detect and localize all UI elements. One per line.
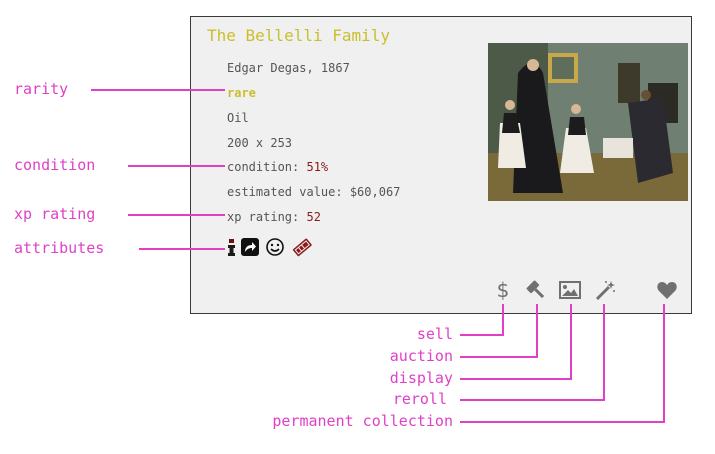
callout-rarity-line bbox=[91, 89, 225, 91]
condition-value: 51% bbox=[306, 160, 329, 174]
callout-display-vline bbox=[570, 304, 572, 380]
ticket-icon[interactable] bbox=[291, 237, 312, 257]
callout-condition-line bbox=[128, 165, 225, 167]
rarity-value: rare bbox=[227, 86, 256, 100]
xp-rating-line: xp rating: 52 bbox=[227, 210, 321, 224]
callout-permanent-collection-vline bbox=[663, 304, 665, 423]
callout-reroll-hline bbox=[460, 399, 605, 401]
medium-value: Oil bbox=[227, 111, 249, 125]
gavel-icon[interactable] bbox=[525, 279, 547, 301]
artwork-title: The Bellelli Family bbox=[207, 26, 391, 45]
svg-text:$: $ bbox=[497, 279, 510, 301]
share-arrow-icon[interactable] bbox=[240, 237, 260, 257]
condition-label: condition: bbox=[227, 160, 307, 174]
callout-sell: sell bbox=[416, 325, 453, 343]
callout-auction: auction bbox=[389, 347, 453, 365]
callout-sell-hline bbox=[460, 334, 504, 336]
callout-display: display bbox=[389, 369, 453, 387]
heart-icon[interactable] bbox=[656, 279, 678, 301]
dimensions-value: 200 x 253 bbox=[227, 136, 293, 150]
callout-xp-rating: xp rating bbox=[14, 205, 96, 223]
artist-line: Edgar Degas, 1867 bbox=[227, 61, 350, 75]
callout-permanent-collection: permanent collection bbox=[272, 412, 453, 430]
artwork-card: The Bellelli Family Edgar Degas, 1867 ra… bbox=[190, 16, 692, 314]
artwork-image bbox=[488, 43, 688, 201]
callout-xp-rating-line bbox=[128, 214, 225, 216]
estimated-value-amount: $60,067 bbox=[349, 185, 401, 199]
callout-display-hline bbox=[460, 378, 572, 380]
xp-rating-label: xp rating: bbox=[227, 210, 307, 224]
estimated-value-line: estimated value: $60,067 bbox=[227, 185, 400, 199]
smiley-icon[interactable] bbox=[265, 237, 285, 257]
callout-auction-vline bbox=[536, 304, 538, 358]
callout-reroll: reroll bbox=[392, 390, 447, 408]
image-icon[interactable] bbox=[559, 279, 581, 301]
callout-attributes-line bbox=[139, 248, 225, 250]
callout-auction-hline bbox=[460, 356, 538, 358]
estimated-value-label: estimated value: bbox=[227, 185, 350, 199]
callout-reroll-vline bbox=[603, 304, 605, 401]
callout-permanent-collection-hline bbox=[460, 421, 665, 423]
callout-sell-vline bbox=[502, 304, 504, 336]
xp-rating-value: 52 bbox=[306, 210, 321, 224]
condition-line: condition: 51% bbox=[227, 160, 328, 174]
callout-attributes: attributes bbox=[14, 239, 105, 257]
callout-condition: condition bbox=[14, 156, 96, 174]
dollar-icon[interactable]: $ bbox=[492, 278, 514, 302]
magic-wand-icon[interactable] bbox=[594, 279, 616, 301]
callout-rarity: rarity bbox=[14, 80, 69, 98]
